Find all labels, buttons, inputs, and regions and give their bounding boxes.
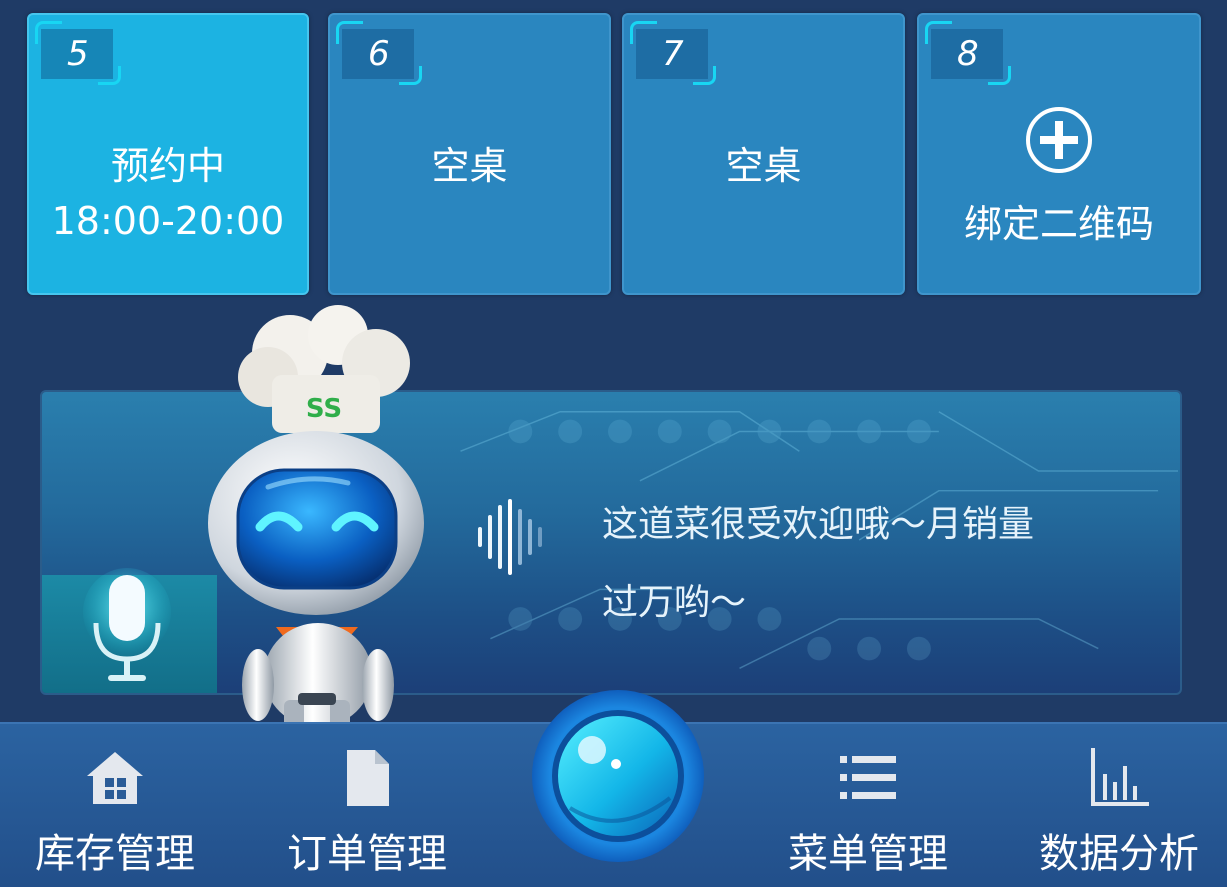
table-tile-6[interactable]: 6 空桌 [328,13,611,295]
assistant-message: 这道菜很受欢迎哦～月销量 过万哟～ [602,486,1132,642]
assistant-message-line: 这道菜很受欢迎哦～月销量 [602,504,1035,545]
table-tile-5[interactable]: 5 预约中 18:00-20:00 [27,13,309,295]
microphone-button[interactable] [42,568,217,693]
robot-chef-mascot: SS [208,305,424,730]
nav-label: 库存管理 [35,831,195,877]
microphone-icon [83,568,171,681]
nav-label: 菜单管理 [788,831,948,877]
nav-analytics[interactable]: 数据分析 [1024,724,1214,887]
table-tile-7[interactable]: 7 空桌 [622,13,905,295]
hat-logo: SS [306,394,342,424]
nav-label: 订单管理 [287,831,447,877]
nav-inventory[interactable]: 库存管理 [20,724,210,887]
nav-label: 数据分析 [1039,831,1199,877]
table-tile-8[interactable]: 8 绑定二维码 [917,13,1201,295]
document-icon [347,750,389,806]
assistant-message-line: 过万哟～ [602,582,747,623]
nav-orders[interactable]: 订单管理 [272,724,462,887]
chef-hat: SS [238,305,410,433]
table-number: 7 [630,21,716,85]
reservation-time: 18:00-20:00 [51,199,285,243]
home-icon [87,752,143,804]
table-number: 8 [925,21,1011,85]
voice-orb-button[interactable] [530,688,706,864]
table-status: 空桌 [725,144,802,188]
bind-qrcode-label: 绑定二维码 [963,202,1154,246]
table-status: 预约中 [110,144,225,188]
plus-circle-icon[interactable] [1024,105,1094,175]
nav-menu[interactable]: 菜单管理 [773,724,963,887]
table-status: 空桌 [431,144,508,188]
list-icon [840,756,896,799]
table-number: 5 [35,21,121,85]
table-number: 6 [336,21,422,85]
bar-chart-icon [1091,748,1149,806]
sound-wave-icon [478,499,542,575]
